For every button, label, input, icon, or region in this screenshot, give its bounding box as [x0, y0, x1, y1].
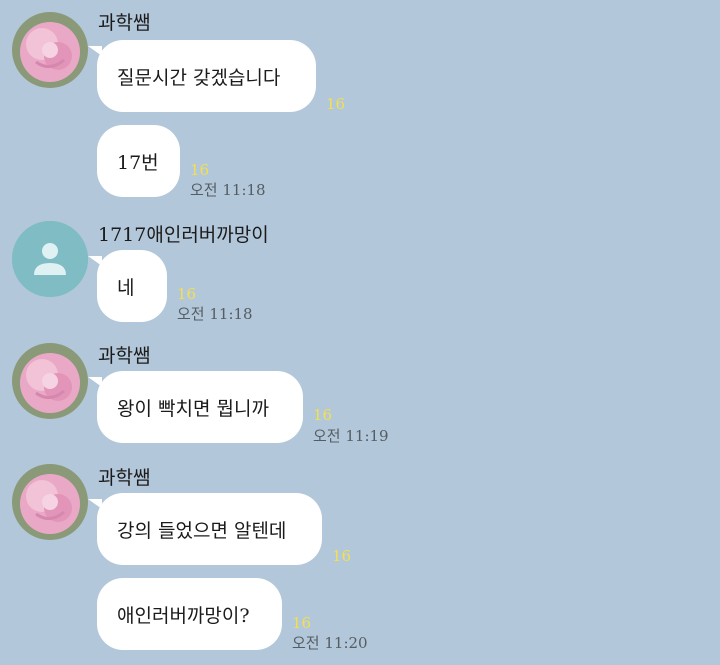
unread-count: 16	[332, 547, 352, 565]
message-text: 강의 들었으면 알텐데	[117, 519, 287, 542]
message-bubble[interactable]: 17번	[97, 125, 180, 197]
message-bubble[interactable]: 네	[88, 250, 167, 322]
sender-avatar[interactable]	[12, 12, 88, 88]
unread-count: 16	[313, 406, 333, 424]
unread-count: 16	[190, 161, 210, 179]
message-text: 네	[117, 276, 135, 299]
sender-avatar[interactable]	[12, 221, 88, 297]
rose-avatar-icon	[12, 343, 88, 419]
sender-name: 1717애인러버까망이	[98, 224, 269, 246]
message-time: 오전 11:19	[313, 427, 389, 445]
unread-count: 16	[177, 285, 197, 303]
default-person-icon	[12, 221, 88, 297]
message-bubble[interactable]: 질문시간 갖겠습니다	[88, 40, 316, 112]
unread-count: 16	[292, 614, 312, 632]
message-text: 질문시간 갖겠습니다	[117, 66, 281, 89]
message-time: 오전 11:20	[292, 634, 368, 652]
message-bubble[interactable]: 애인러버까망이?	[97, 578, 282, 650]
message-time: 오전 11:18	[177, 305, 253, 323]
sender-avatar[interactable]	[12, 343, 88, 419]
message-text: 17번	[117, 151, 159, 174]
message-text: 애인러버까망이?	[117, 604, 250, 627]
message-bubble[interactable]: 강의 들었으면 알텐데	[88, 493, 322, 565]
unread-count: 16	[326, 95, 346, 113]
rose-avatar-icon	[12, 464, 88, 540]
message-time: 오전 11:18	[190, 181, 266, 199]
rose-avatar-icon	[12, 12, 88, 88]
sender-name: 과학쌤	[98, 12, 151, 34]
sender-name: 과학쌤	[98, 467, 151, 489]
sender-name: 과학쌤	[98, 345, 151, 367]
message-text: 왕이 빡치면 뭡니까	[117, 397, 269, 420]
sender-avatar[interactable]	[12, 464, 88, 540]
message-bubble[interactable]: 왕이 빡치면 뭡니까	[88, 371, 303, 443]
